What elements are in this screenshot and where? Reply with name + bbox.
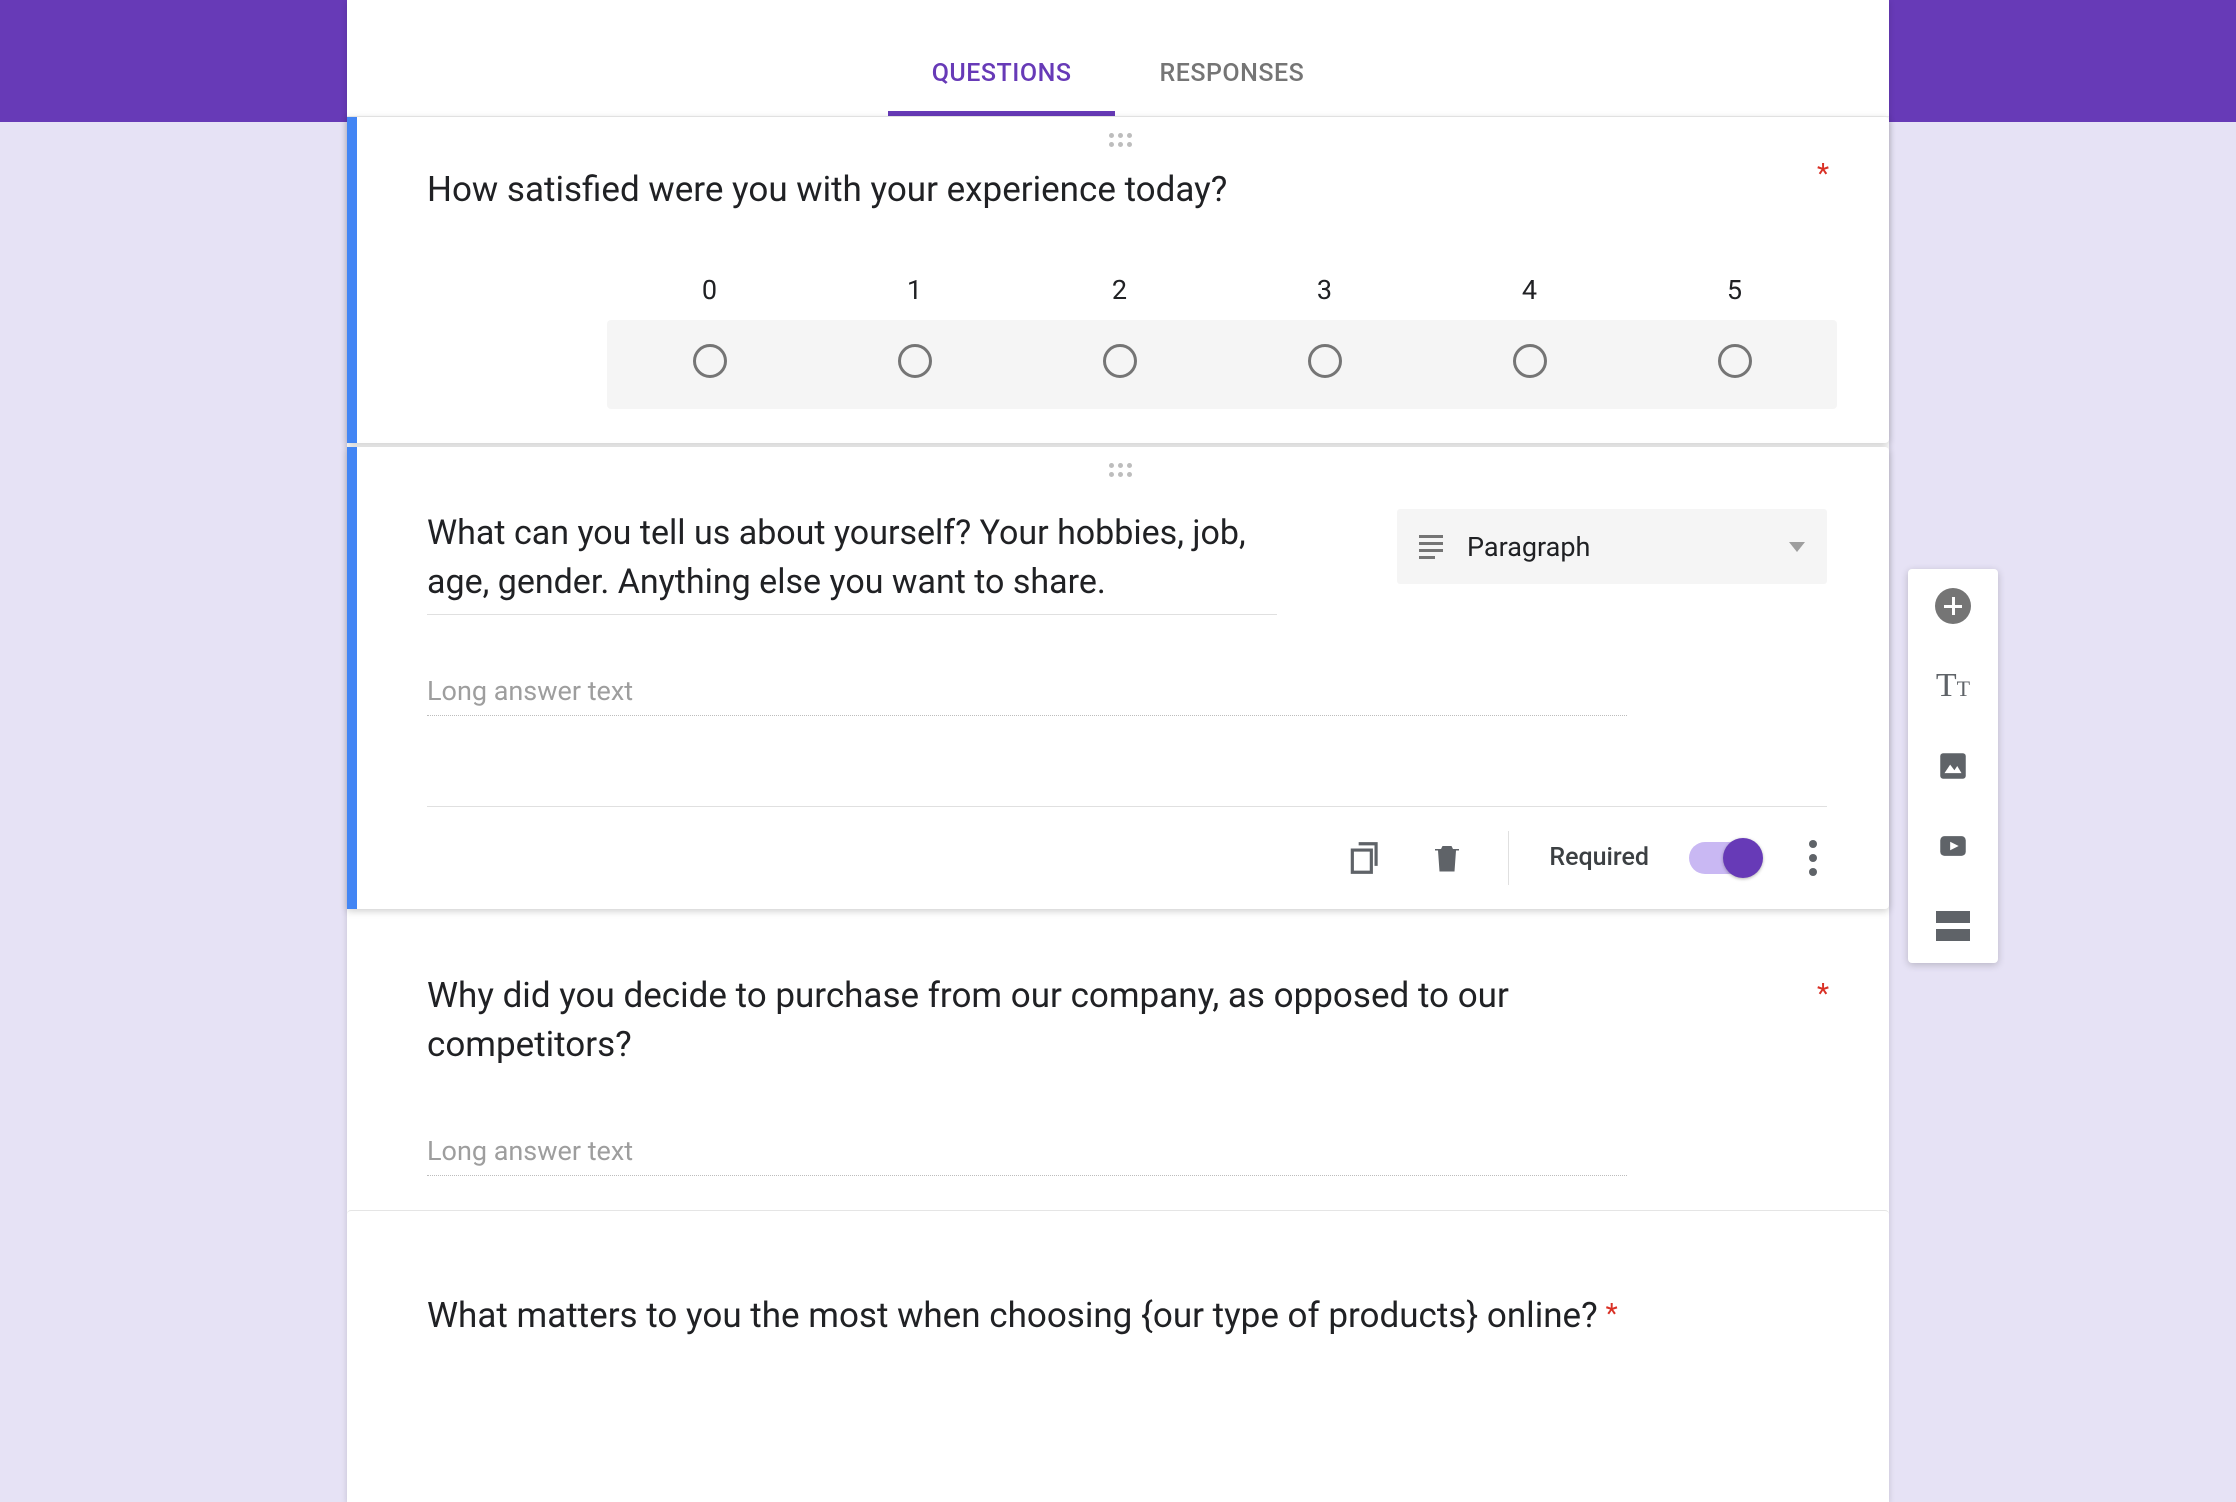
scale-radio-5[interactable] bbox=[1718, 344, 1752, 378]
tab-questions[interactable]: QUESTIONS bbox=[888, 59, 1116, 116]
form-editor-page: QUESTIONS RESPONSES How satisfied were y… bbox=[347, 0, 1889, 1502]
tabs-bar: QUESTIONS RESPONSES bbox=[347, 0, 1889, 117]
drag-handle-icon[interactable] bbox=[1109, 133, 1137, 147]
long-answer-placeholder: Long answer text bbox=[427, 1135, 1627, 1176]
drag-handle-icon[interactable] bbox=[1109, 463, 1137, 477]
section-icon bbox=[1936, 911, 1970, 941]
scale-radio-1[interactable] bbox=[898, 344, 932, 378]
scale-label: 1 bbox=[812, 274, 1017, 306]
scale-label: 0 bbox=[607, 274, 812, 306]
scale-label: 2 bbox=[1017, 274, 1222, 306]
question-card-4[interactable]: What matters to you the most when choosi… bbox=[347, 1210, 1889, 1374]
question-footer: Required bbox=[427, 806, 1827, 885]
image-icon bbox=[1936, 749, 1970, 783]
required-asterisk: * bbox=[1606, 1297, 1618, 1330]
tab-responses[interactable]: RESPONSES bbox=[1115, 59, 1348, 116]
text-icon: TT bbox=[1936, 667, 1970, 705]
scale-radio-3[interactable] bbox=[1308, 344, 1342, 378]
chevron-down-icon bbox=[1789, 542, 1805, 552]
required-label: Required bbox=[1549, 843, 1649, 872]
scale-radio-2[interactable] bbox=[1103, 344, 1137, 378]
scale-labels-row: 0 1 2 3 4 5 bbox=[607, 274, 1837, 306]
required-asterisk: * bbox=[1817, 157, 1829, 190]
question-card-1[interactable]: How satisfied were you with your experie… bbox=[347, 117, 1889, 443]
divider bbox=[1508, 831, 1509, 885]
question-title: How satisfied were you with your experie… bbox=[427, 165, 1307, 214]
required-asterisk: * bbox=[1817, 977, 1829, 1010]
video-icon bbox=[1936, 829, 1970, 863]
scale-radio-0[interactable] bbox=[693, 344, 727, 378]
question-title: Why did you decide to purchase from our … bbox=[427, 971, 1707, 1069]
question-card-3[interactable]: Why did you decide to purchase from our … bbox=[347, 937, 1889, 1210]
scale-radios-row bbox=[607, 320, 1837, 409]
question-type-label: Paragraph bbox=[1467, 531, 1765, 563]
paragraph-icon bbox=[1419, 535, 1443, 559]
required-toggle[interactable] bbox=[1689, 842, 1759, 874]
scale-label: 3 bbox=[1222, 274, 1427, 306]
question-title: What matters to you the most when choosi… bbox=[427, 1291, 1598, 1340]
question-title-input[interactable]: What can you tell us about yourself? You… bbox=[427, 509, 1277, 615]
duplicate-button[interactable] bbox=[1344, 837, 1386, 879]
add-section-button[interactable] bbox=[1934, 907, 1972, 945]
plus-circle-icon bbox=[1935, 588, 1971, 624]
delete-button[interactable] bbox=[1426, 837, 1468, 879]
more-options-button[interactable] bbox=[1799, 840, 1827, 876]
add-image-button[interactable] bbox=[1934, 747, 1972, 785]
long-answer-placeholder: Long answer text bbox=[427, 675, 1627, 716]
question-card-2[interactable]: What can you tell us about yourself? You… bbox=[347, 447, 1889, 909]
add-question-button[interactable] bbox=[1934, 587, 1972, 625]
add-video-button[interactable] bbox=[1934, 827, 1972, 865]
side-toolbar: TT bbox=[1908, 569, 1998, 963]
add-title-button[interactable]: TT bbox=[1934, 667, 1972, 705]
scale-label: 4 bbox=[1427, 274, 1632, 306]
scale-radio-4[interactable] bbox=[1513, 344, 1547, 378]
question-type-select[interactable]: Paragraph bbox=[1397, 509, 1827, 584]
scale-label: 5 bbox=[1632, 274, 1837, 306]
